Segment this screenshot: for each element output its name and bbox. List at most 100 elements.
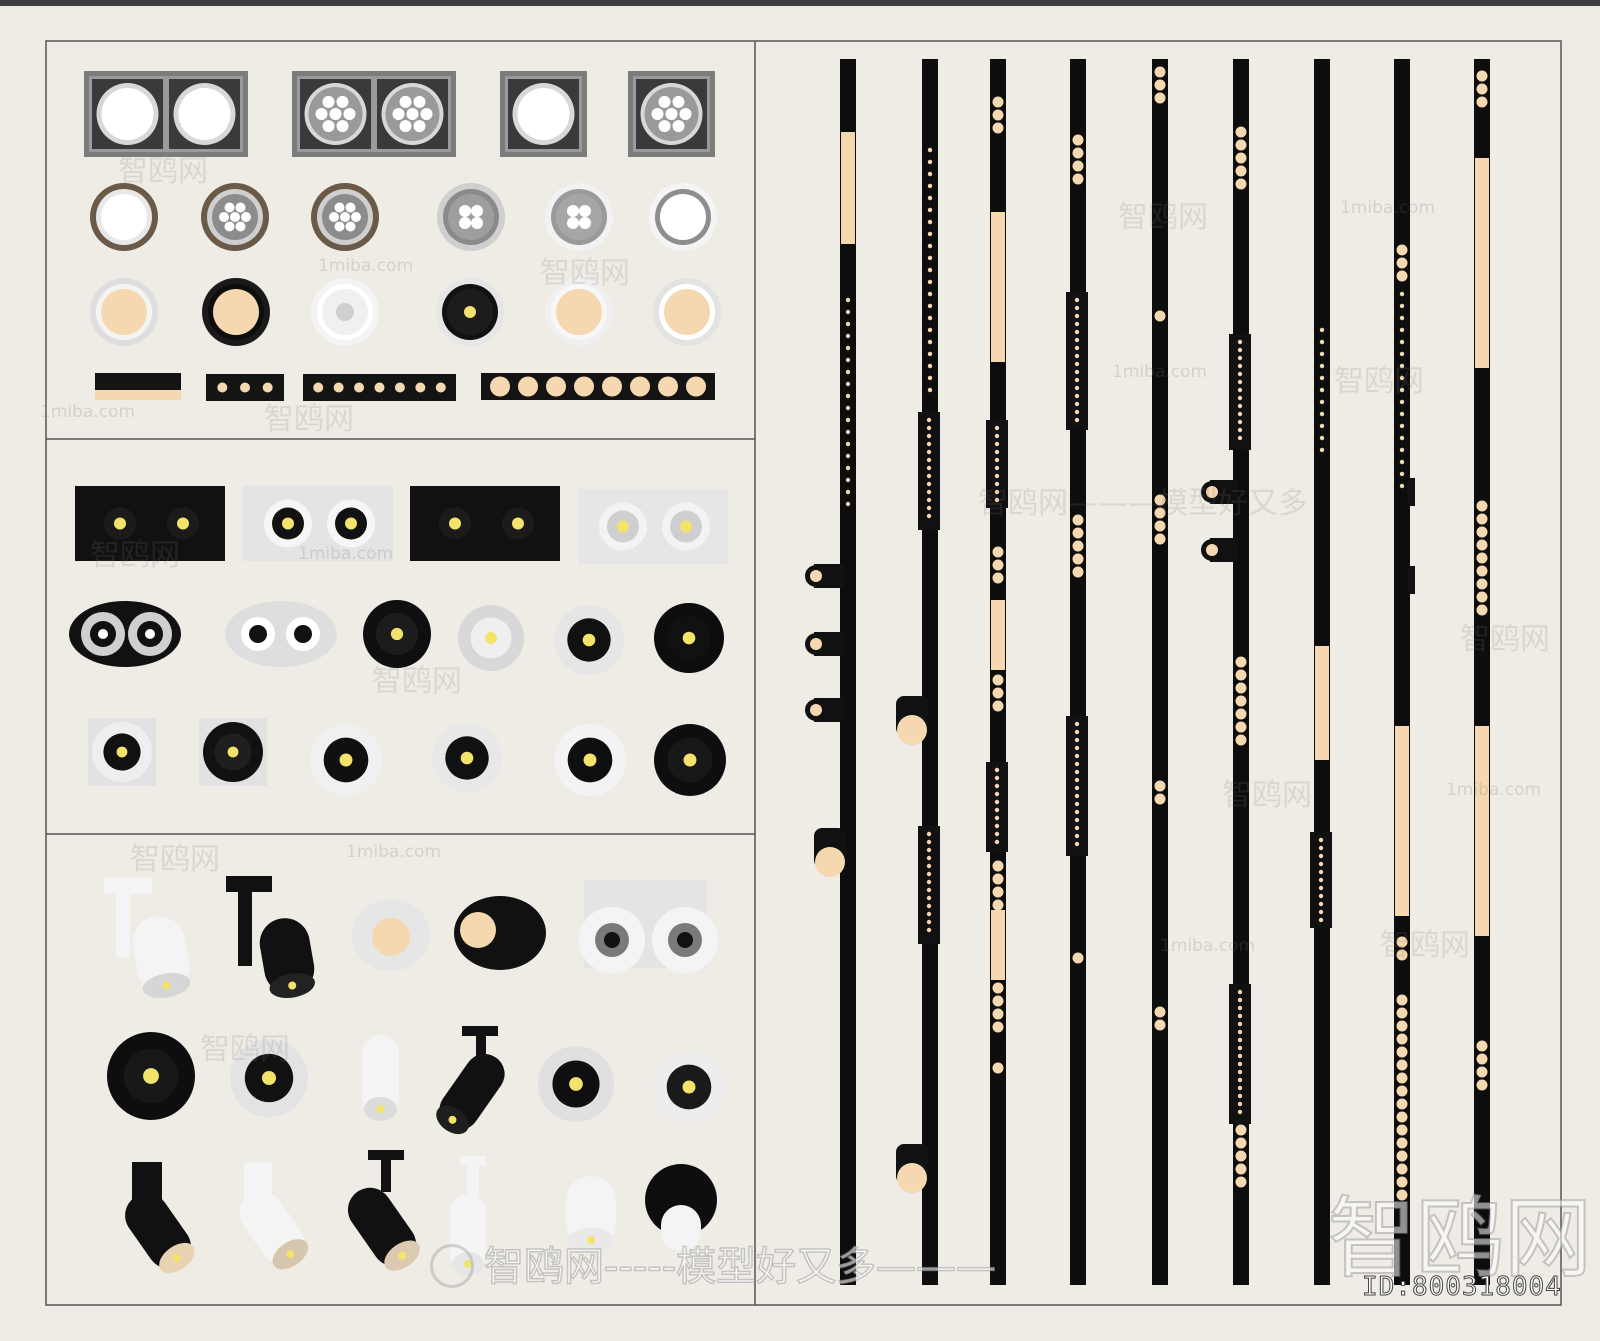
spot-core bbox=[617, 520, 629, 533]
led-dot bbox=[1396, 1033, 1408, 1045]
grille-light-icon bbox=[84, 71, 248, 157]
led-dot bbox=[1074, 825, 1080, 831]
spot-core bbox=[116, 746, 128, 758]
watermark-site: 1miba.com bbox=[1340, 198, 1436, 218]
led-dot bbox=[1476, 70, 1488, 82]
lamp-face bbox=[178, 88, 231, 140]
led-dot bbox=[926, 839, 932, 845]
led-dot bbox=[1476, 578, 1488, 590]
watermark-brand: 智鸥网 bbox=[90, 538, 180, 573]
led-dot bbox=[579, 217, 591, 229]
led-dot bbox=[1237, 1005, 1243, 1011]
led-dot bbox=[1318, 885, 1324, 891]
led-dot bbox=[1237, 1037, 1243, 1043]
twin-spot-icon bbox=[225, 601, 337, 667]
track-spots bbox=[104, 876, 718, 1276]
led-dot bbox=[343, 108, 356, 120]
downlight-face bbox=[556, 289, 602, 335]
led-dot bbox=[1235, 656, 1247, 668]
led-dot bbox=[927, 195, 933, 201]
magnetic-track bbox=[1070, 59, 1086, 1285]
downlight-face bbox=[213, 289, 259, 335]
led-dot bbox=[1072, 173, 1084, 185]
led-dot bbox=[665, 108, 678, 120]
led-dot bbox=[1072, 134, 1084, 146]
led-dot bbox=[992, 995, 1004, 1007]
led-dot bbox=[1154, 92, 1166, 104]
track-spot-icon bbox=[259, 918, 315, 999]
led-dot bbox=[1074, 745, 1080, 751]
led-dot bbox=[1074, 393, 1080, 399]
led-dot bbox=[1074, 737, 1080, 743]
track-pendant-spot-icon bbox=[896, 1144, 928, 1193]
spot-face bbox=[460, 912, 496, 948]
led-dot bbox=[992, 860, 1004, 872]
led-dot bbox=[1237, 339, 1243, 345]
led-dot bbox=[1319, 375, 1325, 381]
led-dot bbox=[1396, 1020, 1408, 1032]
led-dot bbox=[927, 183, 933, 189]
led-dot bbox=[1319, 363, 1325, 369]
spot-lens bbox=[249, 625, 267, 643]
led-dot bbox=[329, 212, 339, 222]
spot-core bbox=[261, 1070, 277, 1086]
downlight-icon bbox=[311, 183, 379, 251]
watermark-site: 1miba.com bbox=[1446, 780, 1542, 800]
twin-spot-icon bbox=[69, 601, 181, 667]
led-dot bbox=[927, 375, 933, 381]
spot-core bbox=[683, 753, 697, 767]
track-spot-icon bbox=[362, 1035, 399, 1121]
downlight-icon bbox=[90, 183, 158, 251]
led-dot bbox=[1399, 447, 1405, 453]
led-dot bbox=[994, 799, 1000, 805]
led-dot bbox=[1476, 513, 1488, 525]
led-dot bbox=[219, 212, 229, 222]
grille-module bbox=[986, 762, 1008, 852]
spot-core bbox=[339, 753, 353, 767]
track-spot-icon bbox=[239, 1191, 309, 1270]
spot-core bbox=[583, 753, 597, 767]
downlight-icon bbox=[90, 278, 158, 346]
spot-core bbox=[460, 751, 474, 765]
led-dot bbox=[1237, 403, 1243, 409]
magnetic-track bbox=[1152, 59, 1168, 1285]
led-dot bbox=[1396, 1137, 1408, 1149]
led-dot bbox=[926, 497, 932, 503]
lamp-face bbox=[101, 88, 154, 140]
led-dot bbox=[1396, 244, 1408, 256]
track-connector bbox=[1407, 566, 1415, 594]
led-dot bbox=[490, 376, 510, 397]
led-dot bbox=[1319, 447, 1325, 453]
led-dot bbox=[1399, 483, 1405, 489]
led-dot bbox=[658, 95, 671, 108]
watermark-site: 1miba.com bbox=[346, 842, 442, 862]
led-dot bbox=[845, 345, 851, 351]
led-dot bbox=[926, 895, 932, 901]
led-dot bbox=[1074, 361, 1080, 367]
led-dot bbox=[1237, 435, 1243, 441]
led-dot bbox=[686, 376, 706, 397]
led-dot bbox=[926, 481, 932, 487]
led-dot bbox=[845, 369, 851, 375]
led-dot bbox=[927, 147, 933, 153]
led-dot bbox=[1074, 369, 1080, 375]
led-dot bbox=[1237, 347, 1243, 353]
led-dot bbox=[1318, 909, 1324, 915]
led-dot bbox=[1319, 435, 1325, 441]
led-dot bbox=[845, 321, 851, 327]
led-dot bbox=[926, 457, 932, 463]
led-dot bbox=[1476, 96, 1488, 108]
watermark-brand: 智鸥网 bbox=[200, 1032, 290, 1067]
watermark-site: 1miba.com bbox=[318, 256, 414, 276]
led-dot bbox=[994, 767, 1000, 773]
downlight-icon bbox=[653, 278, 721, 346]
round-spot-icon bbox=[654, 724, 726, 796]
led-dot bbox=[994, 823, 1000, 829]
led-dot bbox=[1237, 395, 1243, 401]
spot-core bbox=[282, 517, 294, 530]
led-dot bbox=[394, 382, 405, 393]
linear-diffuser bbox=[991, 212, 1005, 362]
led-dot bbox=[845, 501, 851, 507]
led-dot bbox=[845, 333, 851, 339]
round-spot-icon bbox=[88, 718, 156, 786]
